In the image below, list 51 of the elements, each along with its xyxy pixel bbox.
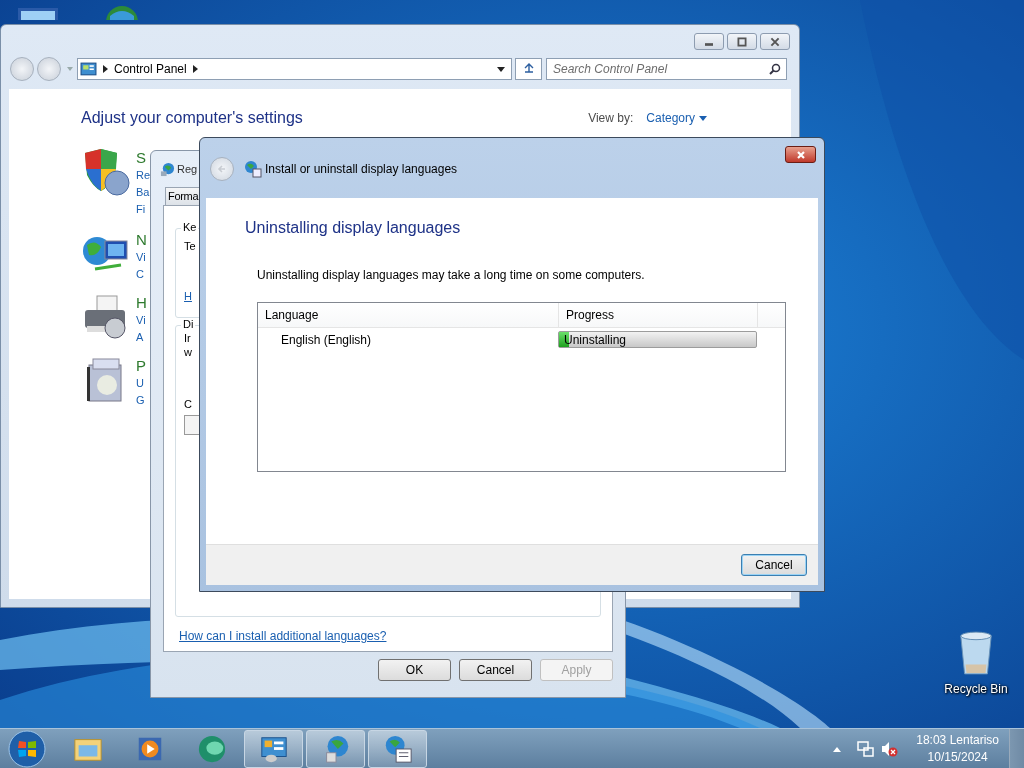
maximize-icon xyxy=(736,36,748,47)
taskbar-button[interactable] xyxy=(306,729,365,768)
help-link[interactable]: H xyxy=(184,290,192,302)
dialog-message: Uninstalling display languages may take a long time on some computers. xyxy=(257,267,645,282)
view-by-label: View by: xyxy=(588,111,634,125)
group-text: Ir xyxy=(184,332,191,344)
column-header[interactable]: Progress xyxy=(559,302,758,327)
dialog-title: Reg xyxy=(177,163,198,175)
control-panel-icon xyxy=(80,61,97,77)
recycle-bin-shortcut[interactable]: Recycle Bin xyxy=(940,630,1012,696)
close-icon xyxy=(769,36,781,47)
field-label: C xyxy=(184,398,192,410)
dialog-button[interactable]: Cancel xyxy=(459,659,532,681)
clock-date[interactable]: 10/15/2024 xyxy=(927,748,988,766)
address-bar[interactable]: Control Panel xyxy=(77,58,512,80)
dialog-title: Install or uninstall display languages xyxy=(265,161,458,176)
show-desktop-button[interactable] xyxy=(1009,728,1024,768)
search-field[interactable]: Search Control Panel xyxy=(546,58,787,80)
close-button[interactable] xyxy=(760,33,790,50)
breadcrumb-arrow-icon[interactable] xyxy=(103,65,108,73)
help-link[interactable]: How can I install additional languages? xyxy=(179,629,601,643)
start-button[interactable] xyxy=(7,728,47,768)
group-label: Di xyxy=(181,318,196,330)
view-by-dropdown[interactable]: Category xyxy=(646,111,707,125)
column-header[interactable]: Language xyxy=(258,302,559,327)
taskbar-button[interactable] xyxy=(368,729,427,768)
globe-window-icon xyxy=(244,159,262,178)
dialog-heading: Uninstalling display languages xyxy=(245,218,461,237)
back-arrow-icon xyxy=(216,162,228,175)
minimize-button[interactable] xyxy=(694,33,724,50)
breadcrumb-item[interactable]: Control Panel xyxy=(114,62,187,76)
maximize-button[interactable] xyxy=(727,33,757,50)
search-icon xyxy=(769,63,781,75)
taskbar-button[interactable] xyxy=(244,729,303,768)
shortcut-label: Recycle Bin xyxy=(944,682,1008,696)
dropdown-arrow-icon[interactable] xyxy=(497,66,505,72)
orb-icon xyxy=(196,733,227,764)
caret-icon xyxy=(699,115,707,121)
page-heading: Adjust your computer's settings xyxy=(81,109,303,127)
refresh-button[interactable] xyxy=(515,58,542,80)
group-text: w xyxy=(184,346,192,358)
group-text: Te xyxy=(184,240,196,252)
close-button[interactable] xyxy=(785,146,816,163)
cancel-button[interactable]: Cancel xyxy=(741,554,807,577)
minimize-icon xyxy=(705,42,713,46)
table-cell-text: English (English) xyxy=(280,332,373,347)
group-label: Ke xyxy=(181,221,199,233)
close-icon xyxy=(794,149,807,160)
network-icon[interactable] xyxy=(856,739,875,758)
breadcrumb-arrow-icon[interactable] xyxy=(192,65,198,73)
dialog-button[interactable]: OK xyxy=(378,659,451,681)
